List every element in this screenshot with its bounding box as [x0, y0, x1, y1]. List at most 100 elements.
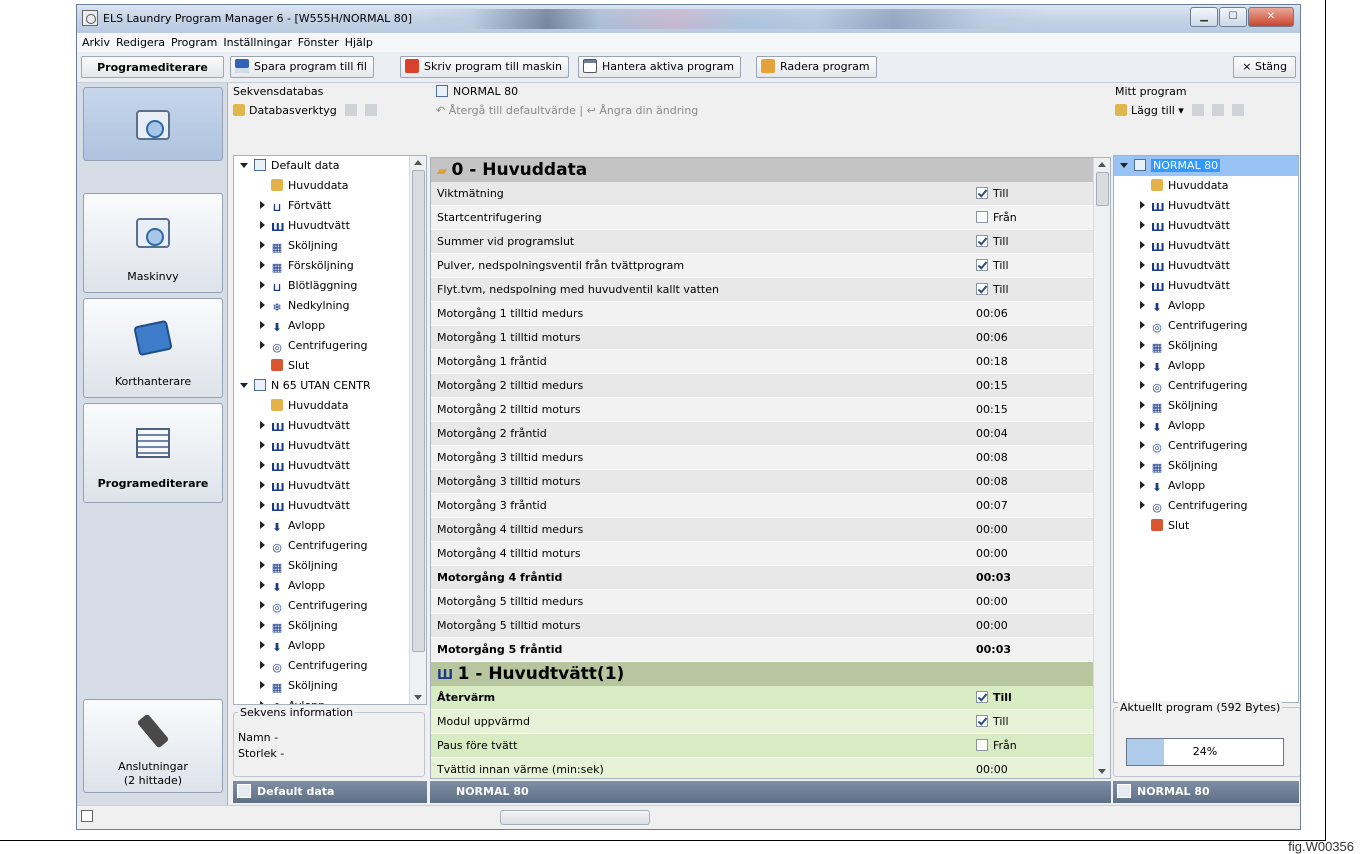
tree-item[interactable]: Ш Huvudtvätt — [234, 496, 426, 516]
collapsed-arrow-icon[interactable] — [260, 701, 265, 704]
save-to-file-button[interactable]: Spara program till fil — [230, 56, 374, 78]
copy-icon[interactable] — [1191, 104, 1204, 116]
tree-item[interactable]: ⊔ Förtvätt — [234, 196, 426, 216]
tree-item[interactable]: ⬇ Avlopp — [234, 316, 426, 336]
parameter-row[interactable]: Flyt.tvm, nedspolning med huvudventil ka… — [431, 278, 1110, 302]
tree-item[interactable]: ❄ Nedkylning — [234, 296, 426, 316]
remove-icon[interactable] — [364, 104, 377, 116]
parameter-row[interactable]: Återvärm Till — [431, 686, 1110, 710]
tree-item[interactable]: Slut — [234, 356, 426, 376]
tree-item[interactable]: ⬇ Avlopp — [1114, 476, 1298, 496]
nav-program-editor-active[interactable] — [83, 87, 223, 161]
tree-item[interactable]: ▦ Sköljning — [1114, 396, 1298, 416]
tree-item[interactable]: ⬇ Avlopp — [1114, 356, 1298, 376]
parameter-row[interactable]: Motorgång 3 fråntid 00:07 — [431, 494, 1110, 518]
checkbox[interactable] — [976, 259, 988, 271]
parameter-row[interactable]: Paus före tvätt Från — [431, 734, 1110, 758]
tree-item[interactable]: Ш Huvudtvätt — [1114, 276, 1298, 296]
tree-item[interactable]: ◎ Centrifugering — [1114, 316, 1298, 336]
tree-item[interactable]: ▦ Sköljning — [234, 236, 426, 256]
expanded-arrow-icon[interactable] — [240, 163, 248, 168]
collapsed-arrow-icon[interactable] — [1140, 241, 1145, 249]
scroll-down-icon[interactable] — [1098, 769, 1106, 774]
tree-item[interactable]: ⬇ Avlopp — [1114, 416, 1298, 436]
collapsed-arrow-icon[interactable] — [260, 601, 265, 609]
collapsed-arrow-icon[interactable] — [260, 201, 265, 209]
reset-default-button[interactable]: Återgå till defaultvärde — [449, 104, 576, 117]
add-dropdown-button[interactable]: Lägg till ▾ — [1131, 104, 1184, 117]
tree-item[interactable]: ◎ Centrifugering — [1114, 376, 1298, 396]
collapsed-arrow-icon[interactable] — [260, 661, 265, 669]
parameter-row[interactable]: Motorgång 2 tilltid medurs 00:15 — [431, 374, 1110, 398]
collapsed-arrow-icon[interactable] — [1140, 461, 1145, 469]
tree-item[interactable]: ⬇ Avlopp — [234, 576, 426, 596]
tree-item[interactable]: ⊔ Blötläggning — [234, 276, 426, 296]
collapsed-arrow-icon[interactable] — [260, 321, 265, 329]
expanded-arrow-icon[interactable] — [1120, 163, 1128, 168]
tree-item[interactable]: ▦ Sköljning — [234, 556, 426, 576]
add-icon[interactable] — [344, 104, 357, 116]
minimize-button[interactable]: ▁ — [1190, 7, 1218, 27]
collapsed-arrow-icon[interactable] — [1140, 481, 1145, 489]
parameter-row[interactable]: Motorgång 4 fråntid 00:03 — [431, 566, 1110, 590]
menu-item[interactable]: Inställningar — [220, 33, 294, 52]
collapsed-arrow-icon[interactable] — [1140, 501, 1145, 509]
collapsed-arrow-icon[interactable] — [1140, 441, 1145, 449]
checkbox[interactable] — [976, 283, 988, 295]
nav-machine-view[interactable]: Maskinvy — [83, 193, 223, 293]
collapsed-arrow-icon[interactable] — [260, 501, 265, 509]
collapsed-arrow-icon[interactable] — [1140, 301, 1145, 309]
parameter-row[interactable]: Tvättid innan värme (min:sek) 00:00 — [431, 758, 1110, 778]
tree-item[interactable]: Ш Huvudtvätt — [234, 416, 426, 436]
tree-item[interactable]: Ш Huvudtvätt — [1114, 256, 1298, 276]
menu-item[interactable]: Fönster — [295, 33, 342, 52]
delete-program-button[interactable]: Radera program — [756, 56, 877, 78]
remove-icon[interactable] — [1211, 104, 1224, 116]
tree-item[interactable]: Ш Huvudtvätt — [234, 436, 426, 456]
tree-item[interactable]: ⬇ Avlopp — [1114, 296, 1298, 316]
tree-item[interactable]: ▦ Sköljning — [234, 676, 426, 696]
collapsed-arrow-icon[interactable] — [260, 421, 265, 429]
tree-item[interactable]: Huvuddata — [234, 176, 426, 196]
tree-item[interactable]: ◎ Centrifugering — [234, 656, 426, 676]
collapsed-arrow-icon[interactable] — [260, 561, 265, 569]
menu-item[interactable]: Hjälp — [342, 33, 376, 52]
tree-item[interactable]: ⬇ Avlopp — [234, 516, 426, 536]
tree-item[interactable]: Ш Huvudtvätt — [234, 456, 426, 476]
parameter-row[interactable]: Modul uppvärmd Till — [431, 710, 1110, 734]
parameter-row[interactable]: Motorgång 4 tilltid moturs 00:00 — [431, 542, 1110, 566]
tree-item[interactable]: Default data — [234, 156, 426, 176]
nav-program-editor[interactable]: Programediterare — [83, 403, 223, 503]
parameter-row[interactable]: Summer vid programslut Till — [431, 230, 1110, 254]
rename-icon[interactable] — [1231, 104, 1244, 116]
collapsed-arrow-icon[interactable] — [260, 581, 265, 589]
collapsed-arrow-icon[interactable] — [260, 681, 265, 689]
tree-item[interactable]: Ш Huvudtvätt — [1114, 216, 1298, 236]
collapsed-arrow-icon[interactable] — [1140, 321, 1145, 329]
tree-item[interactable]: Ш Huvudtvätt — [234, 476, 426, 496]
maximize-button[interactable]: ☐ — [1219, 7, 1247, 27]
collapsed-arrow-icon[interactable] — [260, 341, 265, 349]
collapsed-arrow-icon[interactable] — [260, 261, 265, 269]
collapsed-arrow-icon[interactable] — [1140, 401, 1145, 409]
collapsed-arrow-icon[interactable] — [1140, 281, 1145, 289]
collapsed-arrow-icon[interactable] — [260, 541, 265, 549]
checkbox[interactable] — [976, 211, 988, 223]
tree-item[interactable]: NORMAL 80 — [1114, 156, 1298, 176]
scroll-thumb[interactable] — [1096, 172, 1109, 206]
collapsed-arrow-icon[interactable] — [260, 481, 265, 489]
close-editor-button[interactable]: × Stäng — [1233, 56, 1296, 78]
menu-item[interactable]: Program — [168, 33, 220, 52]
parameter-row[interactable]: Motorgång 1 tilltid moturs 00:06 — [431, 326, 1110, 350]
parameter-grid-scrollbar[interactable] — [1093, 158, 1110, 778]
checkbox[interactable] — [976, 187, 988, 199]
collapsed-arrow-icon[interactable] — [260, 621, 265, 629]
collapsed-arrow-icon[interactable] — [1140, 381, 1145, 389]
nav-card-handler[interactable]: Korthanterare — [83, 298, 223, 398]
expanded-arrow-icon[interactable] — [240, 383, 248, 388]
collapsed-arrow-icon[interactable] — [1140, 421, 1145, 429]
tree-item[interactable]: ◎ Centrifugering — [234, 536, 426, 556]
tree-item[interactable]: Huvuddata — [234, 396, 426, 416]
collapsed-arrow-icon[interactable] — [1140, 201, 1145, 209]
nav-connections[interactable]: Anslutningar (2 hittade) — [83, 699, 223, 793]
